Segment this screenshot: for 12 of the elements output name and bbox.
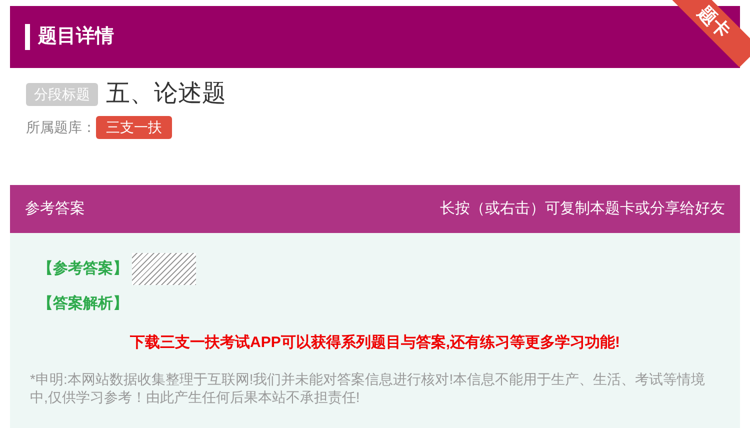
bank-tag[interactable]: 三支一扶 — [96, 116, 172, 139]
answer-label: 【参考答案】 — [38, 258, 128, 279]
promo-text: 下载三支一扶考试APP可以获得系列题目与答案,还有练习等更多学习功能! — [130, 332, 620, 352]
answer-image — [132, 253, 196, 285]
disclaimer-text: *申明:本网站数据收集整理于互联网!我们并未能对答案信息进行核对!本信息不能用于生产、生活、考试等情境中,仅供学习参考！由此产生任何后果本站不承担责任! — [30, 370, 706, 406]
analysis-label: 【答案解析】 — [38, 294, 129, 314]
answer-title: 参考答案 — [25, 198, 85, 219]
share-hint: 长按（或右击）可复制本题卡或分享给好友 — [440, 198, 725, 219]
question-title: 五、论述题 — [106, 79, 226, 109]
bank-label: 所属题库： — [26, 118, 96, 137]
accent-bar — [25, 24, 30, 50]
page-title: 题目详情 — [38, 24, 114, 49]
